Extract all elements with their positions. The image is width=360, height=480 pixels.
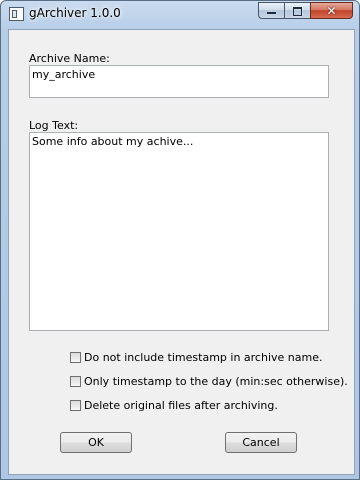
dialog-body: Archive Name: my_archive Log Text: Some …: [8, 29, 355, 475]
option-day-timestamp[interactable]: Only timestamp to the day (min:sec other…: [70, 375, 348, 388]
close-icon: ✕: [326, 4, 337, 18]
checkbox[interactable]: [70, 400, 81, 411]
maximize-button[interactable]: [284, 2, 310, 19]
window-title: gArchiver 1.0.0: [29, 6, 121, 20]
archive-name-label: Archive Name:: [29, 52, 110, 65]
caption-buttons: ✕: [258, 2, 353, 20]
close-button[interactable]: ✕: [310, 2, 353, 19]
option-label: Do not include timestamp in archive name…: [84, 351, 323, 364]
title-bar[interactable]: gArchiver 1.0.0 ✕: [1, 1, 359, 27]
minimize-button[interactable]: [258, 2, 284, 19]
ok-button[interactable]: OK: [60, 432, 132, 453]
app-window: gArchiver 1.0.0 ✕ Archive Name: my_archi…: [0, 0, 360, 480]
app-icon[interactable]: [9, 7, 24, 21]
log-text-area[interactable]: Some info about my achive...: [29, 132, 329, 331]
archive-name-input[interactable]: my_archive: [29, 65, 329, 98]
option-label: Only timestamp to the day (min:sec other…: [84, 375, 348, 388]
checkbox[interactable]: [70, 376, 81, 387]
maximize-icon: [293, 7, 302, 16]
option-delete-originals[interactable]: Delete original files after archiving.: [70, 399, 278, 412]
option-label: Delete original files after archiving.: [84, 399, 278, 412]
option-no-timestamp[interactable]: Do not include timestamp in archive name…: [70, 351, 322, 364]
minimize-icon: [267, 12, 276, 14]
cancel-button[interactable]: Cancel: [225, 432, 297, 453]
checkbox[interactable]: [70, 352, 81, 363]
log-text-label: Log Text:: [29, 119, 79, 132]
